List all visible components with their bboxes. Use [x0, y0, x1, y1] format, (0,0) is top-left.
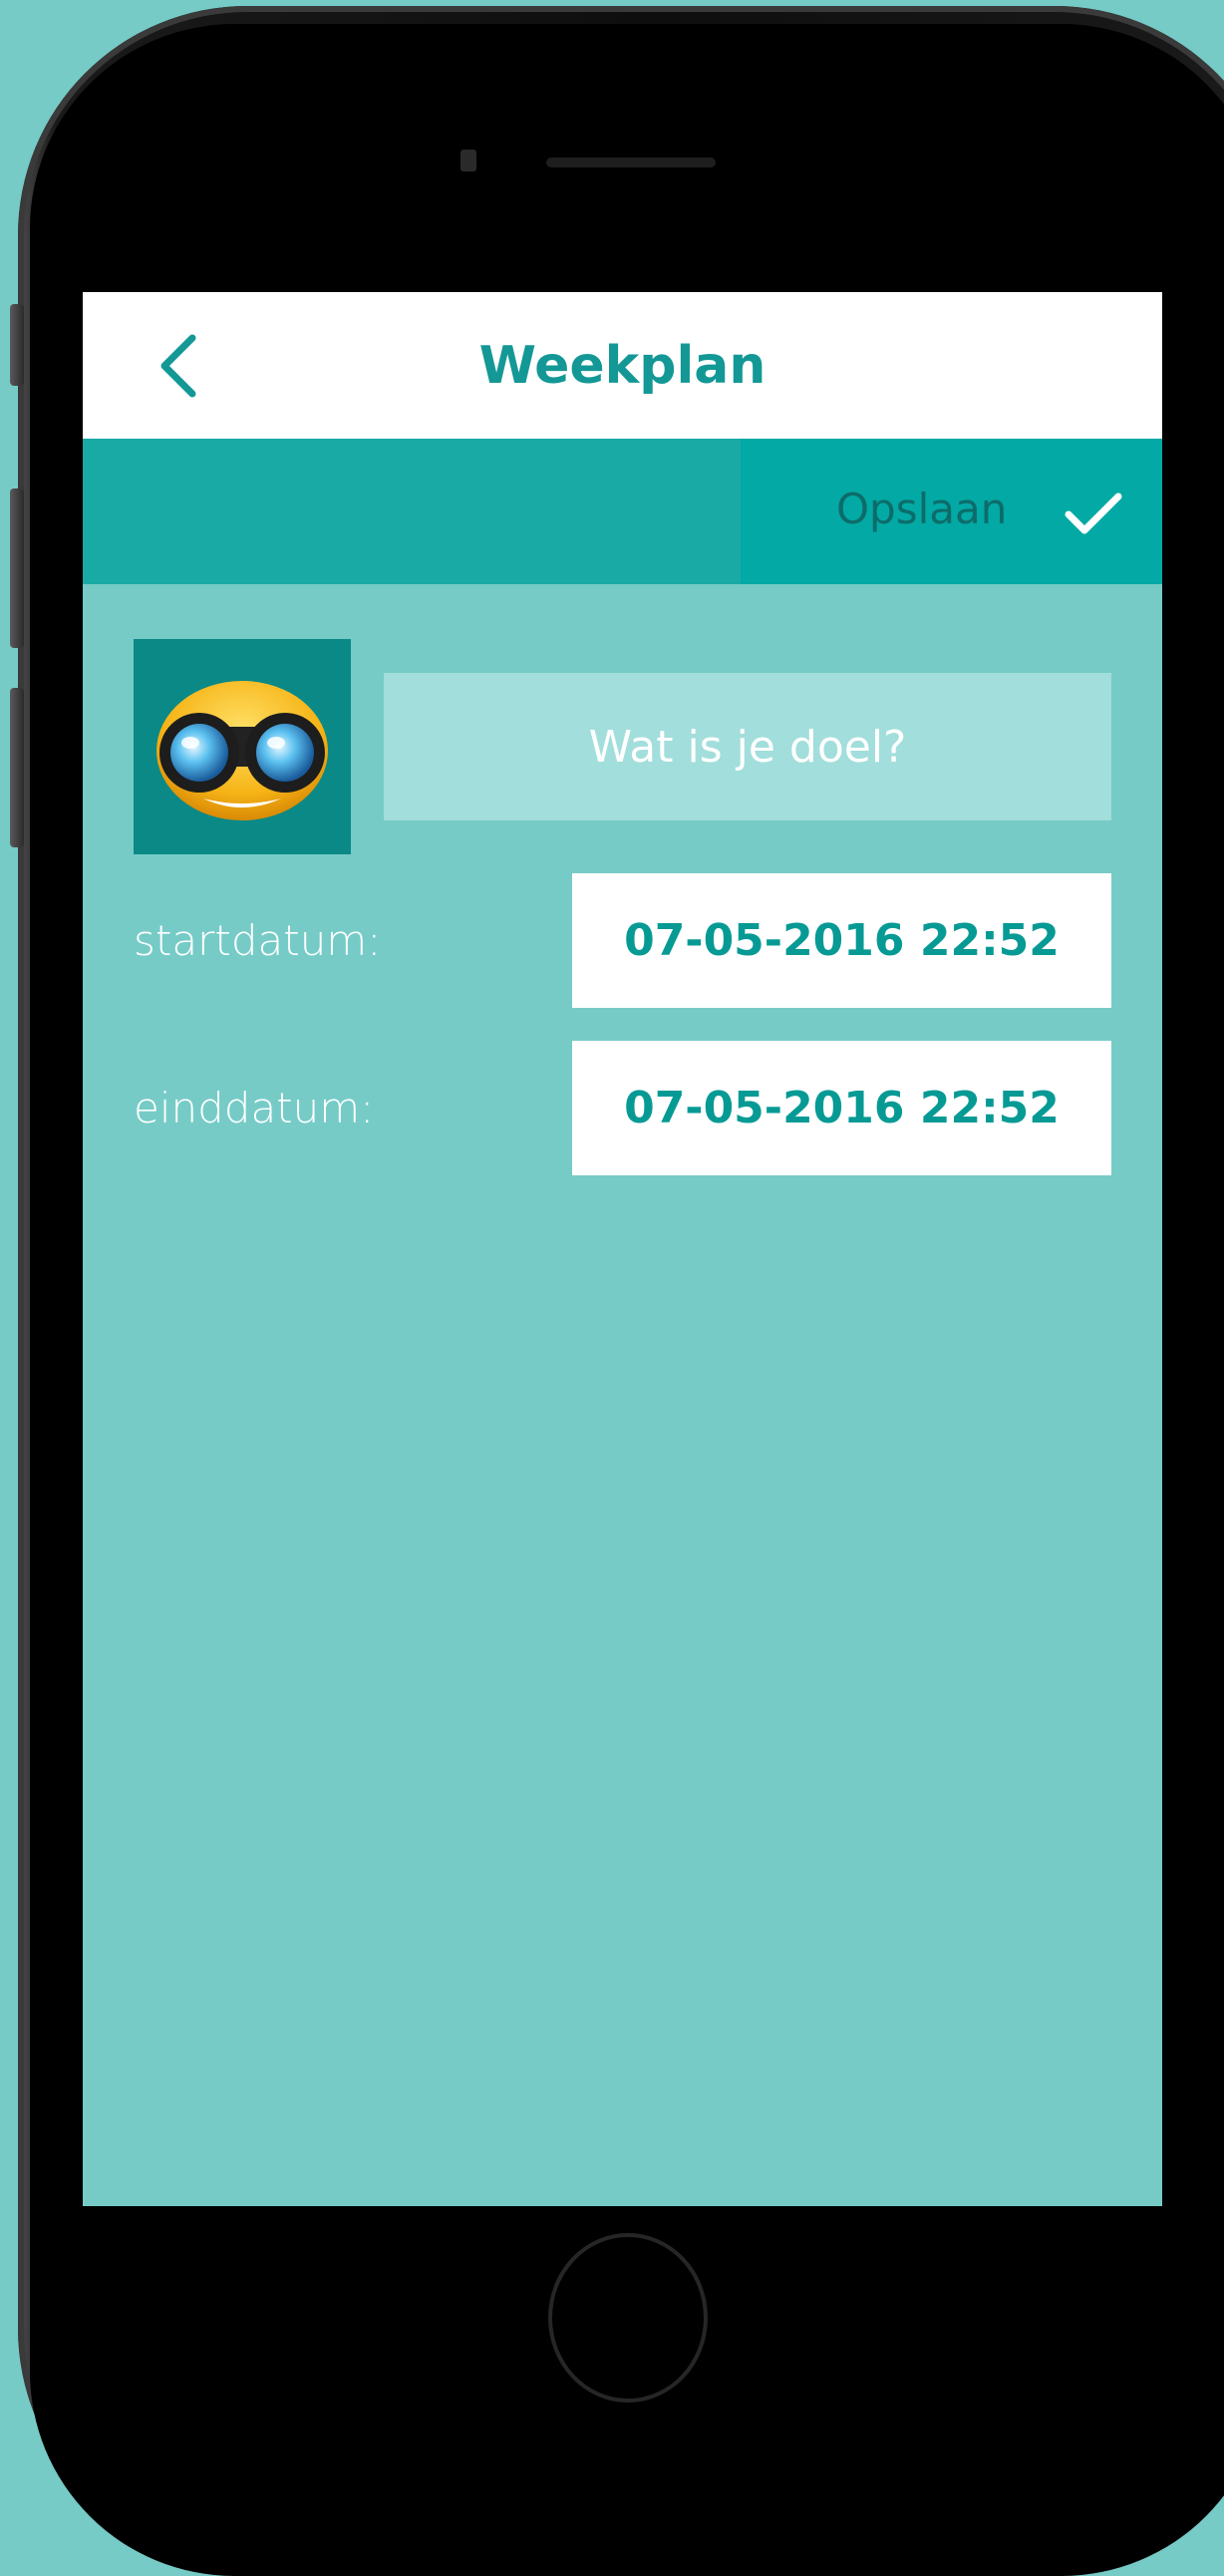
goal-avatar — [134, 639, 351, 854]
start-date-field[interactable]: 07-05-2016 22:52 — [572, 873, 1111, 1008]
navigation-bar: Weekplan — [83, 292, 1162, 439]
check-icon — [1065, 492, 1122, 534]
end-date-field[interactable]: 07-05-2016 22:52 — [572, 1041, 1111, 1175]
save-button[interactable]: Opslaan — [741, 439, 1162, 584]
start-date-label: startdatum: — [134, 916, 382, 965]
front-camera — [460, 150, 476, 171]
toolbar: Opslaan — [83, 439, 1162, 584]
home-button[interactable] — [548, 2233, 708, 2403]
page-title: Weekplan — [478, 336, 766, 396]
volume-down-button — [10, 688, 24, 847]
goal-input[interactable] — [384, 673, 1111, 820]
earpiece-speaker — [546, 158, 716, 167]
mute-switch — [10, 304, 24, 386]
app-screen: Weekplan Opslaan Wat is je doel? startda… — [83, 292, 1162, 2206]
volume-up-button — [10, 488, 24, 648]
end-date-label: einddatum: — [134, 1084, 375, 1132]
binoculars-icon — [156, 681, 328, 820]
save-button-label: Opslaan — [836, 484, 1008, 533]
